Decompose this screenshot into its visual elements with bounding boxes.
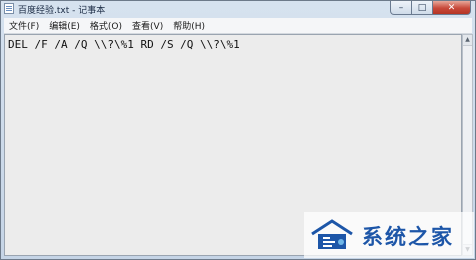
menu-format[interactable]: 格式(O) — [85, 19, 127, 32]
maximize-button[interactable]: □ — [412, 1, 433, 15]
menu-edit[interactable]: 编辑(E) — [44, 19, 85, 32]
title-bar[interactable]: 百度经验.txt - 记事本 – □ ✕ — [1, 1, 475, 17]
close-button[interactable]: ✕ — [433, 1, 471, 15]
menu-bar: 文件(F) 编辑(E) 格式(O) 查看(V) 帮助(H) — [4, 18, 472, 34]
notepad-icon[interactable] — [4, 3, 14, 14]
scroll-up-icon[interactable]: ▲ — [463, 35, 472, 46]
watermark: 系统之家 — [304, 212, 474, 258]
window-controls: – □ ✕ — [390, 1, 471, 15]
menu-help[interactable]: 帮助(H) — [168, 19, 210, 32]
menu-file[interactable]: 文件(F) — [4, 19, 44, 32]
window-title: 百度经验.txt - 记事本 — [18, 6, 106, 16]
minimize-button[interactable]: – — [390, 1, 412, 15]
house-logo-icon — [311, 219, 353, 249]
menu-view[interactable]: 查看(V) — [127, 19, 168, 32]
editor-content[interactable]: DEL /F /A /Q \\?\%1 RD /S /Q \\?\%1 — [8, 38, 240, 51]
watermark-text: 系统之家 — [362, 225, 454, 249]
